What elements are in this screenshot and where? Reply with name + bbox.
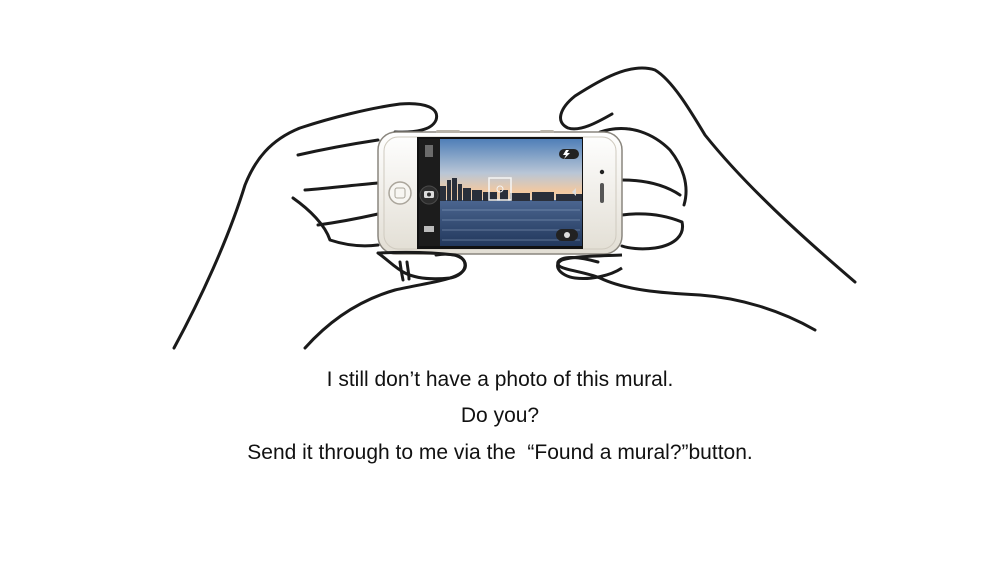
shutter-icon [556, 229, 578, 241]
zoom-slider [425, 145, 433, 157]
smartphone-icon [377, 130, 623, 255]
mode-toggle [424, 226, 434, 232]
home-button-icon [388, 181, 412, 205]
caption-line-2: Do you? [460, 404, 540, 427]
caption-line-3: Send it through to me via the “Found a m… [247, 441, 753, 464]
camera-icon [424, 191, 434, 198]
caption-line-1: I still don’t have a photo of this mural… [326, 368, 674, 391]
left-thumb [376, 250, 467, 281]
hands-holding-phone-illustration [172, 66, 857, 350]
flash-icon [559, 149, 579, 159]
front-camera [599, 169, 605, 175]
speaker-grille [600, 183, 604, 203]
